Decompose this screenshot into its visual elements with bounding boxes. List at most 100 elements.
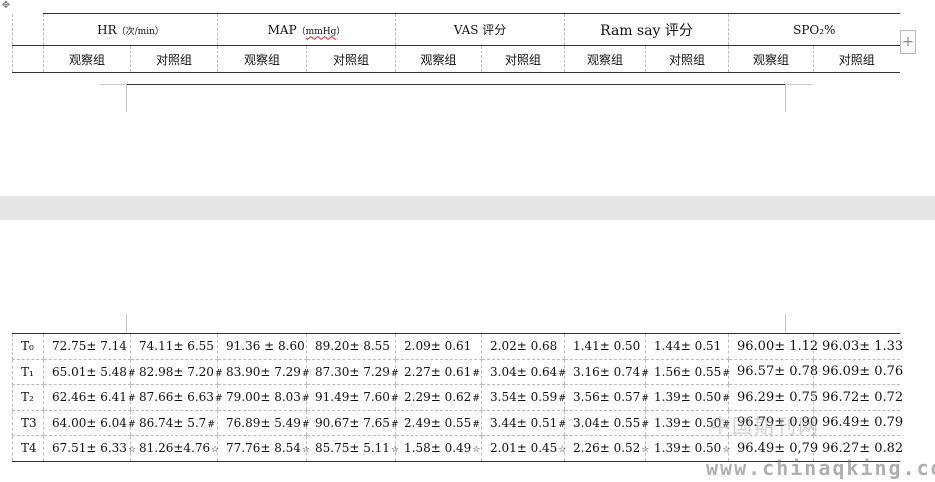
table-cell: 2.29± 0.62#: [395, 384, 482, 411]
significance-mark: #: [558, 368, 566, 379]
subheader-cell: 观察组: [564, 45, 646, 73]
significance-mark: ☆: [558, 445, 567, 456]
significance-mark: #: [301, 419, 310, 430]
table-cell: 91.36 ± 8.60: [217, 333, 307, 360]
table-cell: 96.72± 0.72: [813, 384, 904, 411]
table-cell: 79.00± 8.03#: [217, 384, 310, 411]
cell-value: 3.04± 0.55: [573, 415, 641, 430]
header-group-map: MAP（mmHg）: [217, 13, 396, 46]
cell-value: 1.39± 0.50: [654, 390, 722, 405]
subheader-corner-cell: [12, 45, 44, 73]
margin-marker-left-h: [100, 84, 126, 85]
group-spo2-name: SPO₂%: [793, 22, 836, 37]
significance-mark: ☆: [390, 445, 400, 456]
table-cell: 2.49± 0.55#: [395, 410, 482, 436]
cell-value: 77.76± 8.54: [226, 441, 301, 456]
significance-mark: ☆: [127, 445, 137, 456]
table-cell: 65.01± 5.48#: [43, 359, 136, 385]
table-cell: 86.74± 5.7#: [130, 410, 218, 436]
significance-mark: #: [472, 394, 480, 405]
table-header: HR（次/min） MAP（mmHg） VAS 评分 Ram say 评分 SP…: [12, 13, 900, 73]
significance-mark: #: [722, 368, 730, 379]
significance-mark: #: [390, 419, 399, 430]
cell-value: 76.89± 5.49: [226, 415, 301, 430]
header-group-ramsay: Ram say 评分: [563, 13, 729, 46]
table-cell: 1.44± 0.51: [645, 333, 729, 360]
table-row: T₂ 62.46± 6.41# 87.66± 6.63# 79.00± 8.03# 91…: [12, 384, 904, 411]
table-cell: 3.44± 0.51#: [481, 410, 566, 436]
document-page-bottom: T₀ 72.75± 7.14 74.11± 6.55 91.36 ± 8.60 89.2…: [0, 220, 935, 482]
cell-value: 96.03± 1.33: [822, 338, 904, 354]
cell-value: 3.04± 0.64: [490, 364, 558, 379]
significance-mark: ☆: [722, 445, 731, 456]
cell-value: 79.00± 8.03: [226, 390, 301, 405]
cell-value: 1.58± 0.49: [404, 441, 472, 456]
cell-value: 3.56± 0.57: [573, 390, 641, 405]
margin-marker-right-h: [786, 84, 812, 85]
table-cell: 74.11± 6.55: [130, 333, 218, 360]
group-vas-name: VAS 评分: [453, 23, 507, 37]
subheader-cell: 对照组: [644, 45, 729, 73]
cell-value: 1.56± 0.55: [654, 364, 722, 379]
cell-value: 1.41± 0.50: [573, 339, 641, 354]
table-cell: 83.90± 7.29#: [217, 359, 310, 385]
cell-value: 2.49± 0.55: [404, 415, 472, 430]
cell-value: 96.49± 0,79: [737, 440, 819, 456]
row-label: T4: [12, 435, 44, 462]
row-label: T₀: [12, 333, 44, 360]
subheader-cell: 对照组: [481, 45, 565, 73]
table-cell: 3.04± 0.64#: [481, 359, 566, 385]
significance-mark: #: [558, 419, 566, 430]
cell-value: 3.54± 0.59: [490, 390, 558, 405]
row-label: T₁: [12, 359, 44, 385]
margin-marker-right: [785, 84, 786, 112]
table-cell: 1.58± 0.49☆: [395, 435, 482, 462]
table-move-handle-icon[interactable]: ✥: [0, 0, 12, 12]
add-column-button[interactable]: +: [900, 30, 916, 54]
table-cell: 81.26±4.76☆: [130, 435, 219, 462]
significance-mark: #: [214, 368, 223, 379]
header-group-spo2: SPO₂%: [728, 13, 900, 46]
table-cell: 77.76± 8.54☆: [217, 435, 311, 462]
significance-mark: #: [641, 394, 649, 405]
page-break-gap: [0, 196, 935, 220]
table-cell: 96.57± 0.78: [728, 359, 818, 385]
table-cell: 76.89± 5.49#: [217, 410, 310, 436]
cell-value: 85.75± 5.11: [315, 441, 390, 456]
header-group-vas: VAS 评分: [395, 13, 565, 46]
table-cell: 96.29± 0.75: [728, 384, 818, 411]
watermark-chinese: 中国期刊网: [710, 414, 820, 438]
group-map-paren-close: ）: [336, 26, 346, 37]
header-group-row: HR（次/min） MAP（mmHg） VAS 评分 Ram say 评分 SP…: [12, 13, 900, 46]
table-cell: 96.00± 1.12: [728, 333, 818, 360]
significance-mark: #: [472, 368, 480, 379]
significance-mark: #: [301, 394, 310, 405]
table-cell: 2.02± 0.68: [481, 333, 565, 360]
cell-value: 2.27± 0.61: [404, 364, 472, 379]
table-cell: 90.67± 7.65#: [306, 410, 399, 436]
cell-value: 96.72± 0.72: [822, 389, 904, 405]
row-label: T3: [12, 410, 44, 436]
group-map-name: MAP: [267, 22, 297, 37]
table-cell: 96.09± 0.76: [813, 359, 904, 385]
table-cell: 87.30± 7.29#: [306, 359, 399, 385]
table-cell: 85.75± 5.11☆: [306, 435, 400, 462]
cell-value: 2.29± 0.62: [404, 390, 472, 405]
cell-value: 96.27± 0.82: [822, 440, 904, 456]
table-cell: 82.98± 7.20#: [130, 359, 223, 385]
row-label: T₂: [12, 384, 44, 411]
cell-value: 96.09± 0.76: [822, 364, 904, 380]
significance-mark: ☆: [301, 445, 311, 456]
header-corner-cell: [12, 13, 44, 46]
significance-mark: #: [472, 419, 480, 430]
table-cell: 2.01± 0.45☆: [481, 435, 567, 462]
cell-value: 91.49± 7.60: [315, 390, 390, 405]
cell-value: 65.01± 5.48: [52, 364, 127, 379]
cell-value: 67.51± 6.33: [52, 441, 127, 456]
table-cell: 3.56± 0.57#: [564, 384, 649, 411]
cell-value: 90.67± 7.65: [315, 415, 390, 430]
subheader-cell: 观察组: [395, 45, 482, 73]
significance-mark: #: [641, 368, 649, 379]
table-cell: 1.56± 0.55#: [645, 359, 730, 385]
cell-value: 72.75± 7.14: [52, 339, 127, 354]
